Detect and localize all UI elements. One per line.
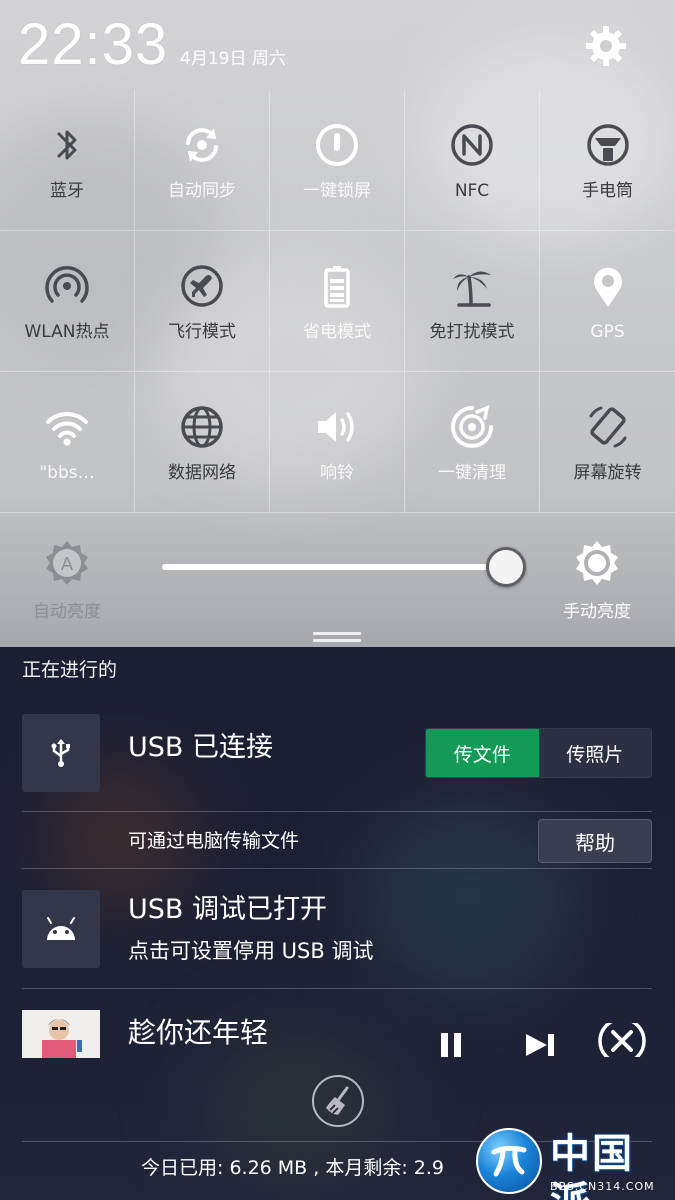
toggle-label: NFC [454, 181, 490, 201]
pause-icon [441, 1033, 461, 1057]
site-watermark: 中国派 BBS.CN314.COM [476, 1128, 675, 1200]
usb-notification-icon-box [22, 714, 100, 792]
toggle-gps[interactable]: GPS [540, 231, 675, 372]
toggle-label: "bbs… [39, 463, 95, 483]
manual-brightness-label: 手动亮度 [563, 602, 631, 622]
toggle-battery-saver[interactable]: 省电模式 [270, 231, 405, 372]
debug-notification-icon-box [22, 890, 100, 968]
do-not-disturb-icon [453, 271, 491, 307]
pi-logo-icon [491, 1145, 527, 1177]
usb-mode-selector: 传文件 传照片 [425, 728, 652, 778]
help-button[interactable]: 帮助 [538, 819, 652, 863]
gear-icon [586, 26, 626, 66]
toggle-label: 自动同步 [168, 181, 236, 201]
divider [22, 868, 652, 869]
toggle-bluetooth[interactable]: 蓝牙 [0, 90, 135, 231]
music-title: 趁你还年轻 [128, 1016, 269, 1049]
toggle-mobile-data[interactable]: 数据网络 [135, 372, 270, 513]
auto-brightness-button[interactable]: A 自动亮度 [22, 539, 112, 622]
toggle-label: 手电筒 [582, 181, 633, 201]
rotate-screen-icon [589, 406, 626, 448]
toggle-do-not-disturb[interactable]: 免打扰模式 [405, 231, 540, 372]
usb-debug-subtitle: 点击可设置停用 USB 调试 [128, 939, 374, 963]
settings-button[interactable] [582, 22, 630, 70]
data-usage-text: 今日已用: 6.26 MB , 本月剩余: 2.9 [141, 1157, 444, 1179]
transfer-files-button[interactable]: 传文件 [426, 729, 539, 777]
toggle-label: 响铃 [320, 463, 354, 483]
brightness-bar: A 自动亮度 手动亮度 [0, 513, 675, 647]
toggle-label: WLAN热点 [24, 322, 110, 342]
watermark-url: BBS.CN314.COM [550, 1180, 655, 1193]
close-icon [598, 1023, 646, 1057]
wifi-icon [46, 412, 88, 446]
brightness-slider-track[interactable] [162, 564, 507, 570]
date: 4月19日 周六 [180, 49, 286, 69]
hotspot-icon [45, 266, 89, 303]
mobile-data-icon [181, 406, 223, 448]
clean-icon [451, 405, 493, 448]
skip-next-icon [526, 1034, 554, 1056]
clear-notifications-button[interactable] [312, 1075, 364, 1127]
ringer-icon [318, 412, 354, 442]
header: 22:33 4月19日 周六 [0, 0, 675, 90]
pause-button[interactable] [433, 1030, 469, 1060]
toggle-auto-sync[interactable]: 自动同步 [135, 90, 270, 231]
toggle-label: 蓝牙 [50, 181, 84, 201]
toggle-label: 一键锁屏 [303, 181, 371, 201]
usb-description: 可通过电脑传输文件 [128, 830, 300, 852]
brightness-slider-thumb[interactable] [486, 547, 526, 587]
clock: 22:33 [18, 12, 169, 77]
broom-icon [326, 1086, 349, 1115]
toggle-label: 屏幕旋转 [573, 463, 642, 483]
close-player-button[interactable] [596, 1023, 648, 1057]
toggle-one-click-clean[interactable]: 一键清理 [405, 372, 540, 513]
toggle-ringer[interactable]: 响铃 [270, 372, 405, 513]
toggle-label: 一键清理 [438, 463, 506, 483]
lock-screen-icon [316, 124, 358, 166]
transfer-photos-button[interactable]: 传照片 [538, 729, 651, 777]
next-track-button[interactable] [520, 1030, 560, 1060]
auto-brightness-label: 自动亮度 [33, 602, 101, 622]
album-art[interactable] [22, 1010, 100, 1058]
battery-saver-icon [324, 266, 350, 308]
toggle-lock-screen[interactable]: 一键锁屏 [270, 90, 405, 231]
airplane-icon [181, 265, 223, 307]
album-cover-image [22, 1010, 100, 1058]
android-icon [47, 917, 75, 940]
notification-panel: 正在进行的 USB 已连接 传文件 传照片 可通过电脑传输文件 帮助 USB 调… [0, 647, 675, 1200]
drag-handle[interactable] [313, 632, 361, 644]
bluetooth-icon [57, 130, 77, 160]
toggle-flashlight[interactable]: 手电筒 [540, 90, 675, 231]
toggle-hotspot[interactable]: WLAN热点 [0, 231, 135, 372]
auto-brightness-icon: A [46, 541, 88, 585]
toggle-label: 免打扰模式 [429, 322, 515, 342]
usb-icon [51, 739, 70, 767]
usb-debug-title: USB 调试已打开 [128, 894, 328, 925]
gps-icon [593, 267, 622, 307]
flashlight-icon [586, 124, 629, 166]
manual-brightness-icon [576, 541, 618, 585]
divider [22, 811, 652, 812]
toggle-airplane[interactable]: 飞行模式 [135, 231, 270, 372]
toggle-wifi[interactable]: "bbs… [0, 372, 135, 513]
toggle-label: 省电模式 [303, 322, 371, 342]
nfc-icon [451, 124, 493, 166]
usb-connected-title: USB 已连接 [128, 732, 274, 763]
watermark-logo [476, 1128, 542, 1194]
toggle-label: 数据网络 [168, 463, 236, 483]
toggle-grid: 蓝牙 自动同步 一键锁屏 NFC 手电筒 WLAN热点 飞行模式 省电模式 免打… [0, 90, 675, 513]
toggle-nfc[interactable]: NFC [405, 90, 540, 231]
toggle-label: GPS [590, 322, 625, 342]
manual-brightness-button[interactable]: 手动亮度 [552, 539, 642, 622]
section-title-ongoing: 正在进行的 [22, 659, 118, 681]
toggle-screen-rotation[interactable]: 屏幕旋转 [540, 372, 675, 513]
sync-icon [186, 128, 218, 162]
divider [22, 988, 652, 989]
toggle-label: 飞行模式 [168, 322, 236, 342]
svg-text:A: A [61, 554, 74, 575]
quick-settings-panel: 22:33 4月19日 周六 蓝牙 自动同步 一键锁屏 NFC 手电筒 WLAN… [0, 0, 675, 647]
